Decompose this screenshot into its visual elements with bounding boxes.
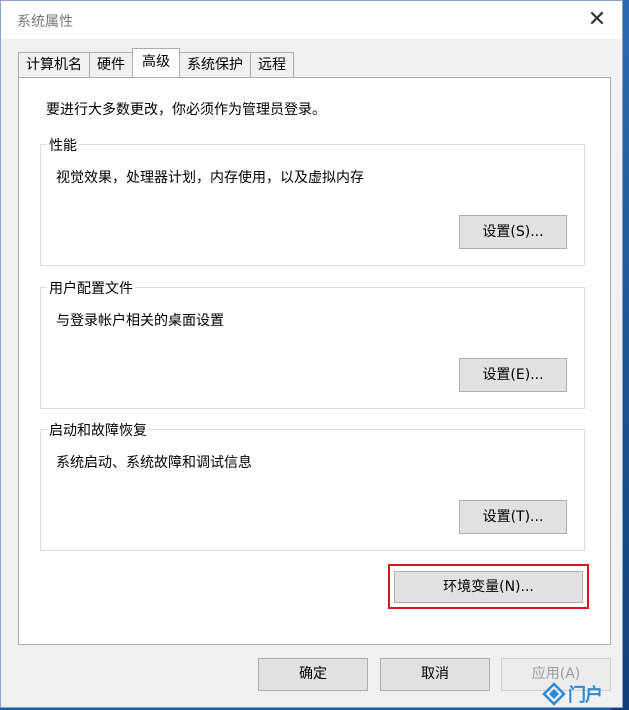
environment-variables-button[interactable]: 环境变量(N)...	[394, 571, 583, 603]
startup-recovery-description: 系统启动、系统故障和调试信息	[56, 455, 252, 471]
ok-button[interactable]: 确定	[258, 658, 368, 691]
watermark-logo-icon	[542, 682, 566, 706]
cancel-button[interactable]: 取消	[380, 658, 490, 691]
tab-bar: 计算机名 硬件 高级 系统保护 远程	[18, 48, 294, 77]
admin-notice: 要进行大多数更改，你必须作为管理员登录。	[46, 102, 326, 118]
startup-recovery-group-title: 启动和故障恢复	[47, 420, 149, 440]
watermark: 门户	[542, 681, 624, 707]
tab-computer-name[interactable]: 计算机名	[18, 52, 90, 77]
startup-recovery-settings-button[interactable]: 设置(T)...	[459, 500, 567, 534]
user-profiles-group: 用户配置文件 与登录帐户相关的桌面设置 设置(E)...	[40, 278, 585, 409]
startup-recovery-group: 启动和故障恢复 系统启动、系统故障和调试信息 设置(T)...	[40, 420, 585, 551]
user-profiles-settings-button[interactable]: 设置(E)...	[459, 358, 567, 392]
user-profiles-group-title: 用户配置文件	[47, 278, 135, 298]
performance-group-title: 性能	[47, 135, 79, 155]
tab-advanced[interactable]: 高级	[132, 48, 180, 77]
window-title: 系统属性	[17, 14, 73, 30]
close-icon[interactable]: ✕	[582, 5, 612, 35]
advanced-tab-panel: 要进行大多数更改，你必须作为管理员登录。 性能 视觉效果，处理器计划，内存使用，…	[18, 77, 611, 645]
tab-remote[interactable]: 远程	[250, 52, 294, 77]
env-button-highlight: 环境变量(N)...	[388, 564, 589, 609]
user-profiles-description: 与登录帐户相关的桌面设置	[56, 313, 224, 329]
performance-group: 性能 视觉效果，处理器计划，内存使用，以及虚拟内存 设置(S)...	[40, 135, 585, 266]
tab-hardware[interactable]: 硬件	[89, 52, 133, 77]
title-bar: 系统属性 ✕	[1, 1, 622, 39]
watermark-text: 门户	[568, 685, 603, 706]
performance-settings-button[interactable]: 设置(S)...	[459, 215, 567, 249]
tab-system-protection[interactable]: 系统保护	[179, 52, 251, 77]
system-properties-dialog: 系统属性 ✕ 计算机名 硬件 高级 系统保护 远程 要进行大多数更改，你必须作为…	[0, 0, 623, 708]
performance-description: 视觉效果，处理器计划，内存使用，以及虚拟内存	[56, 170, 364, 186]
